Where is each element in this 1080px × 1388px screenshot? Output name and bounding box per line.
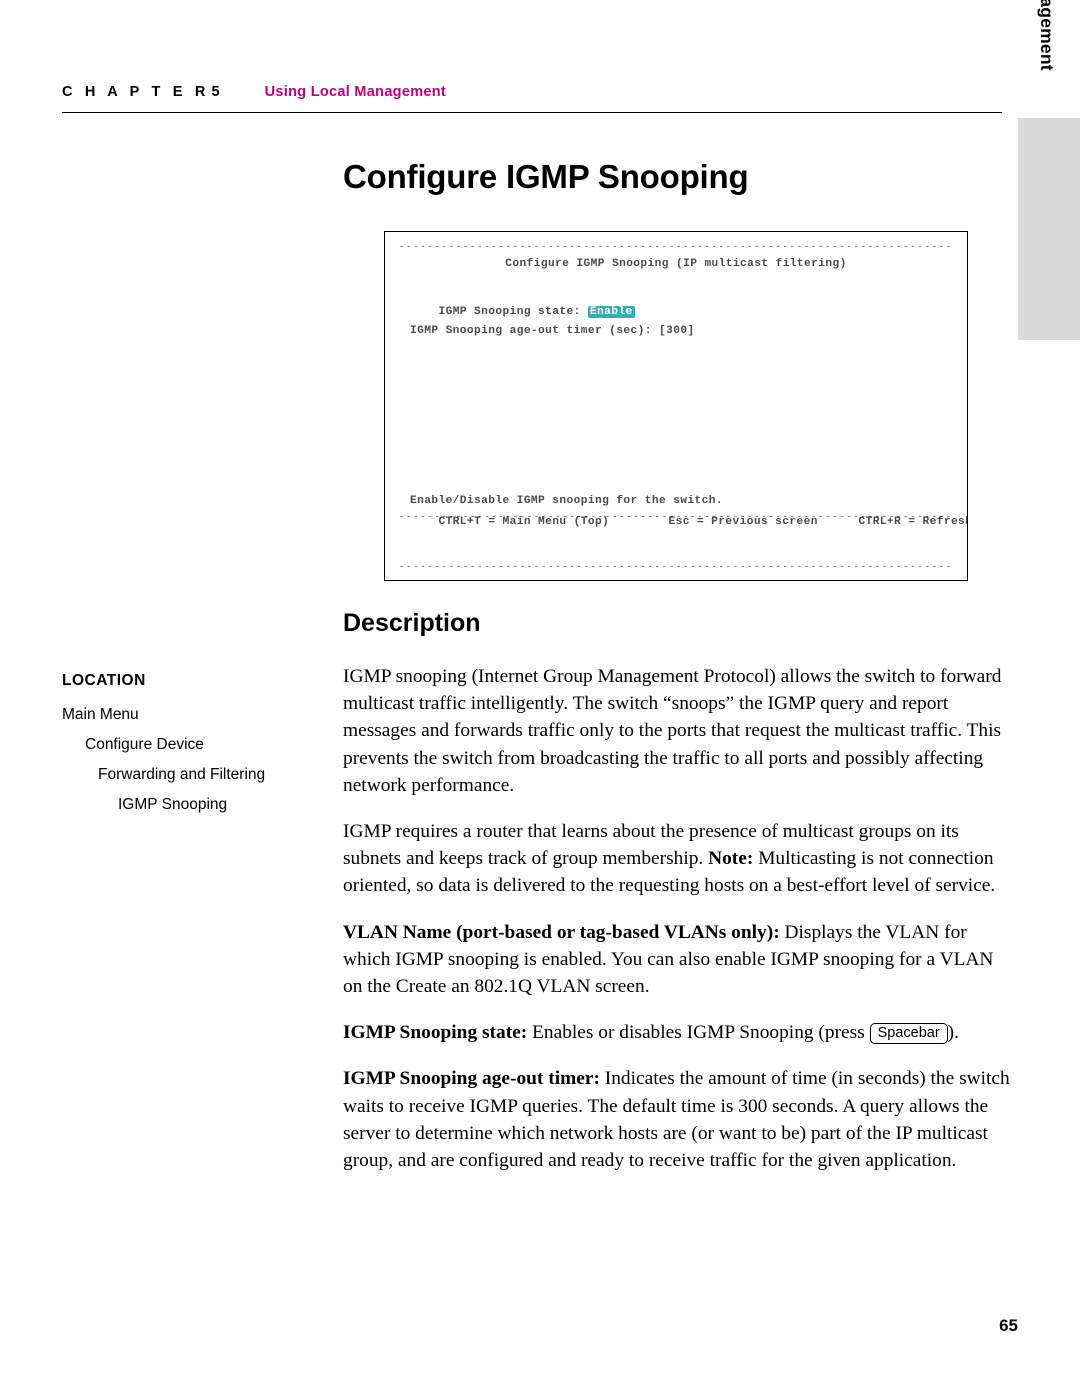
paragraph-4: IGMP Snooping state: Enables or disables… — [343, 1019, 1010, 1046]
section-heading-description: Description — [343, 609, 481, 637]
terminal-key-main-menu: CTRL+T = Main Menu (Top) — [438, 516, 610, 528]
terminal-title: Configure IGMP Snooping (IP multicast fi… — [505, 258, 847, 270]
terminal-bottom-rule: ----------------------------------------… — [399, 562, 953, 572]
chapter-running-title: Using Local Management — [264, 84, 447, 100]
location-item-main-menu: Main Menu — [62, 706, 139, 723]
chapter-header: C H A P T E R 5 Using Local Management — [62, 84, 1002, 100]
terminal-key-refresh: CTRL+R = Refresh — [858, 516, 968, 528]
paragraph-1: IGMP snooping (Internet Group Management… — [343, 666, 1002, 796]
paragraph-2: IGMP requires a router that learns about… — [343, 818, 1010, 900]
side-tab-label: Local Management — [1016, 0, 1078, 118]
paragraph-4-end: ). — [947, 1022, 959, 1044]
page-title: Configure IGMP Snooping — [343, 158, 749, 195]
terminal-state-value[interactable]: Enable — [587, 306, 635, 318]
terminal-key-previous: Esc = Previous screen — [668, 516, 818, 528]
location-item-forwarding-and-filtering: Forwarding and Filtering — [98, 766, 266, 783]
paragraph-4-post: Enables or disables IGMP Snooping (press — [527, 1022, 870, 1044]
location-item-igmp-snooping: IGMP Snooping — [118, 796, 228, 813]
spacebar-key-icon: Spacebar — [869, 1023, 948, 1045]
chapter-number: 5 — [211, 84, 220, 100]
terminal-state-label: IGMP Snooping state: — [438, 306, 581, 318]
location-title: LOCATION — [62, 672, 146, 689]
page-number: 65 — [999, 1316, 1018, 1335]
side-tab-background — [1018, 118, 1080, 340]
paragraph-3-term: VLAN Name (port-based or tag-based VLANs… — [343, 921, 780, 943]
paragraph-5-term: IGMP Snooping age-out timer: — [343, 1068, 600, 1090]
header-divider — [62, 112, 1002, 114]
location-sidebar: LOCATION Main Menu Configure Device Forw… — [62, 672, 312, 826]
terminal-top-rule: ----------------------------------------… — [399, 242, 953, 252]
description-body: IGMP snooping (Internet Group Management… — [343, 663, 1010, 1193]
paragraph-3: VLAN Name (port-based or tag-based VLANs… — [343, 919, 1010, 1001]
terminal-key-hints: CTRL+T = Main Menu (Top) Esc = Previous s… — [410, 504, 968, 540]
paragraph-5: IGMP Snooping age-out timer: Indicates t… — [343, 1065, 1010, 1174]
chapter-word: C H A P T E R — [62, 84, 210, 100]
terminal-ageout-row[interactable]: IGMP Snooping age-out timer (sec): [300] — [410, 325, 695, 337]
paragraph-2-note-label: Note: — [708, 848, 754, 870]
paragraph-4-term: IGMP Snooping state: — [343, 1022, 528, 1044]
location-item-configure-device: Configure Device — [85, 736, 204, 753]
terminal-screenshot: ----------------------------------------… — [384, 231, 968, 581]
